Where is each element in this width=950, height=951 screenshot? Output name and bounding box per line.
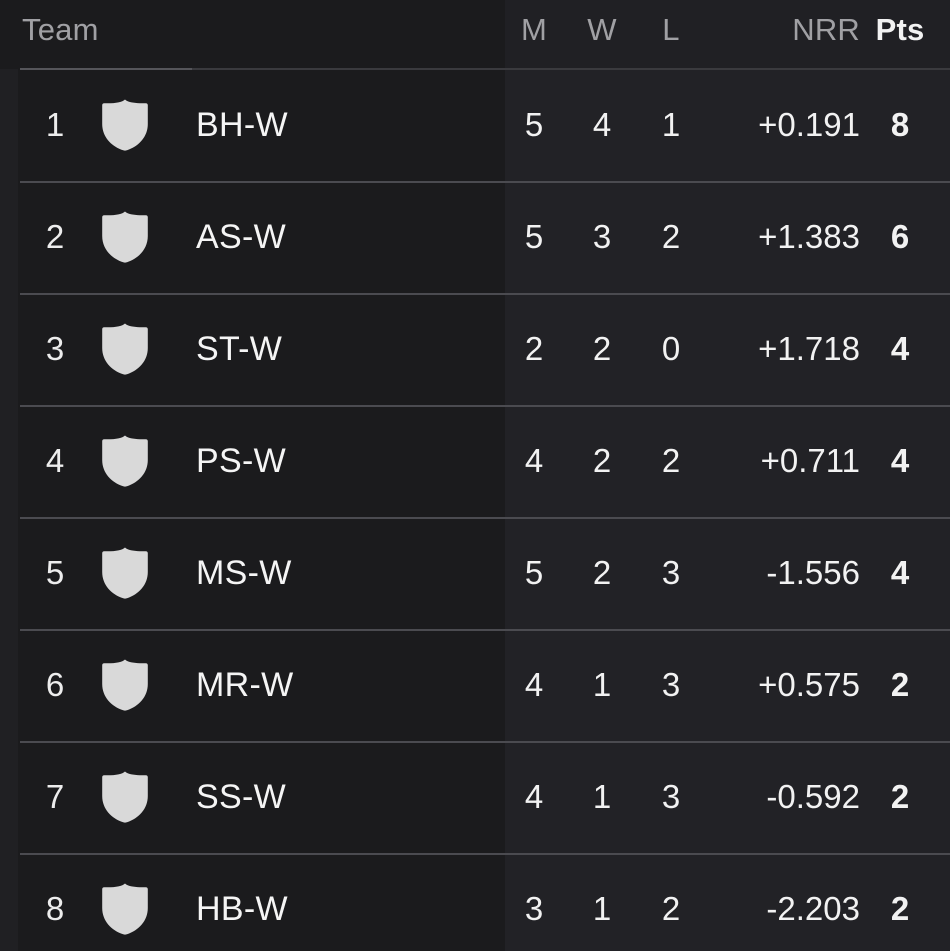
row-team-name: MR-W [196,666,294,704]
row-nrr: +0.575 [758,666,860,703]
row-nrr: -2.203 [766,890,860,927]
shield-icon [101,99,149,151]
row-points: 4 [890,442,910,479]
row-points: 4 [890,554,910,591]
table-row[interactable]: 4 PS-W 4 2 2 +0.711 4 [0,405,950,517]
row-divider [20,517,950,519]
row-nrr: -0.592 [766,778,860,815]
row-points: 8 [890,106,910,143]
table-row[interactable]: 2 AS-W 5 3 2 +1.383 6 [0,181,950,293]
row-nrr: +0.191 [758,106,860,143]
column-header-matches[interactable]: M [504,12,564,48]
row-divider [20,181,950,183]
row-team-name: PS-W [196,442,286,480]
row-wins: 4 [592,106,612,143]
row-nrr: +1.718 [758,330,860,367]
row-matches: 5 [524,218,544,255]
row-team-name: MS-W [196,554,292,592]
shield-icon [101,547,149,599]
row-rank: 8 [45,890,65,927]
table-row[interactable]: 3 ST-W 2 2 0 +1.718 4 [0,293,950,405]
row-rank: 5 [45,554,65,591]
shield-icon [101,211,149,263]
row-points: 2 [890,890,910,927]
row-points: 6 [890,218,910,255]
shield-icon [101,771,149,823]
row-losses: 1 [661,106,681,143]
row-divider [20,405,950,407]
row-wins: 2 [592,442,612,479]
table-row[interactable]: 1 BH-W 5 4 1 +0.191 8 [0,69,950,181]
row-wins: 1 [592,890,612,927]
row-losses: 2 [661,218,681,255]
row-matches: 2 [524,330,544,367]
row-points: 2 [890,666,910,703]
column-header-wins[interactable]: W [572,12,632,48]
row-wins: 2 [592,554,612,591]
shield-icon [101,659,149,711]
column-header-nrr[interactable]: NRR [712,12,860,48]
row-points: 2 [890,778,910,815]
row-team-name: BH-W [196,106,288,144]
table-header: Team M W L NRR Pts [0,0,950,70]
table-row[interactable]: 6 MR-W 4 1 3 +0.575 2 [0,629,950,741]
row-losses: 3 [661,666,681,703]
row-rank: 7 [45,778,65,815]
table-body: 1 BH-W 5 4 1 +0.191 8 2 AS-W 5 3 2 +1.38… [0,69,950,951]
row-nrr: +1.383 [758,218,860,255]
row-rank: 4 [45,442,65,479]
row-matches: 3 [524,890,544,927]
row-team-name: SS-W [196,778,286,816]
row-wins: 2 [592,330,612,367]
table-row[interactable]: 5 MS-W 5 2 3 -1.556 4 [0,517,950,629]
row-matches: 4 [524,666,544,703]
row-wins: 1 [592,666,612,703]
row-rank: 6 [45,666,65,703]
row-losses: 3 [661,778,681,815]
row-matches: 4 [524,442,544,479]
table-row[interactable]: 8 HB-W 3 1 2 -2.203 2 [0,853,950,951]
row-team-name: AS-W [196,218,286,256]
row-rank: 2 [45,218,65,255]
row-team-name: ST-W [196,330,283,368]
row-divider [20,853,950,855]
row-nrr: -1.556 [766,554,860,591]
row-team-name: HB-W [196,890,288,928]
row-rank: 1 [45,106,65,143]
row-divider [20,629,950,631]
row-matches: 5 [524,554,544,591]
column-header-team[interactable]: Team [22,12,99,48]
row-matches: 4 [524,778,544,815]
row-losses: 3 [661,554,681,591]
header-divider-left [20,68,192,70]
header-divider-right [192,68,950,70]
row-points: 4 [890,330,910,367]
row-matches: 5 [524,106,544,143]
table-row[interactable]: 7 SS-W 4 1 3 -0.592 2 [0,741,950,853]
shield-icon [101,323,149,375]
row-divider [20,741,950,743]
row-wins: 3 [592,218,612,255]
row-losses: 0 [661,330,681,367]
row-losses: 2 [661,442,681,479]
shield-icon [101,435,149,487]
row-rank: 3 [45,330,65,367]
points-table: Team M W L NRR Pts 1 BH-W 5 4 1 +0.191 8 [0,0,950,951]
row-divider [20,293,950,295]
row-wins: 1 [592,778,612,815]
shield-icon [101,883,149,935]
row-nrr: +0.711 [760,442,860,479]
column-header-losses[interactable]: L [641,12,701,48]
row-losses: 2 [661,890,681,927]
column-header-points[interactable]: Pts [870,12,930,48]
